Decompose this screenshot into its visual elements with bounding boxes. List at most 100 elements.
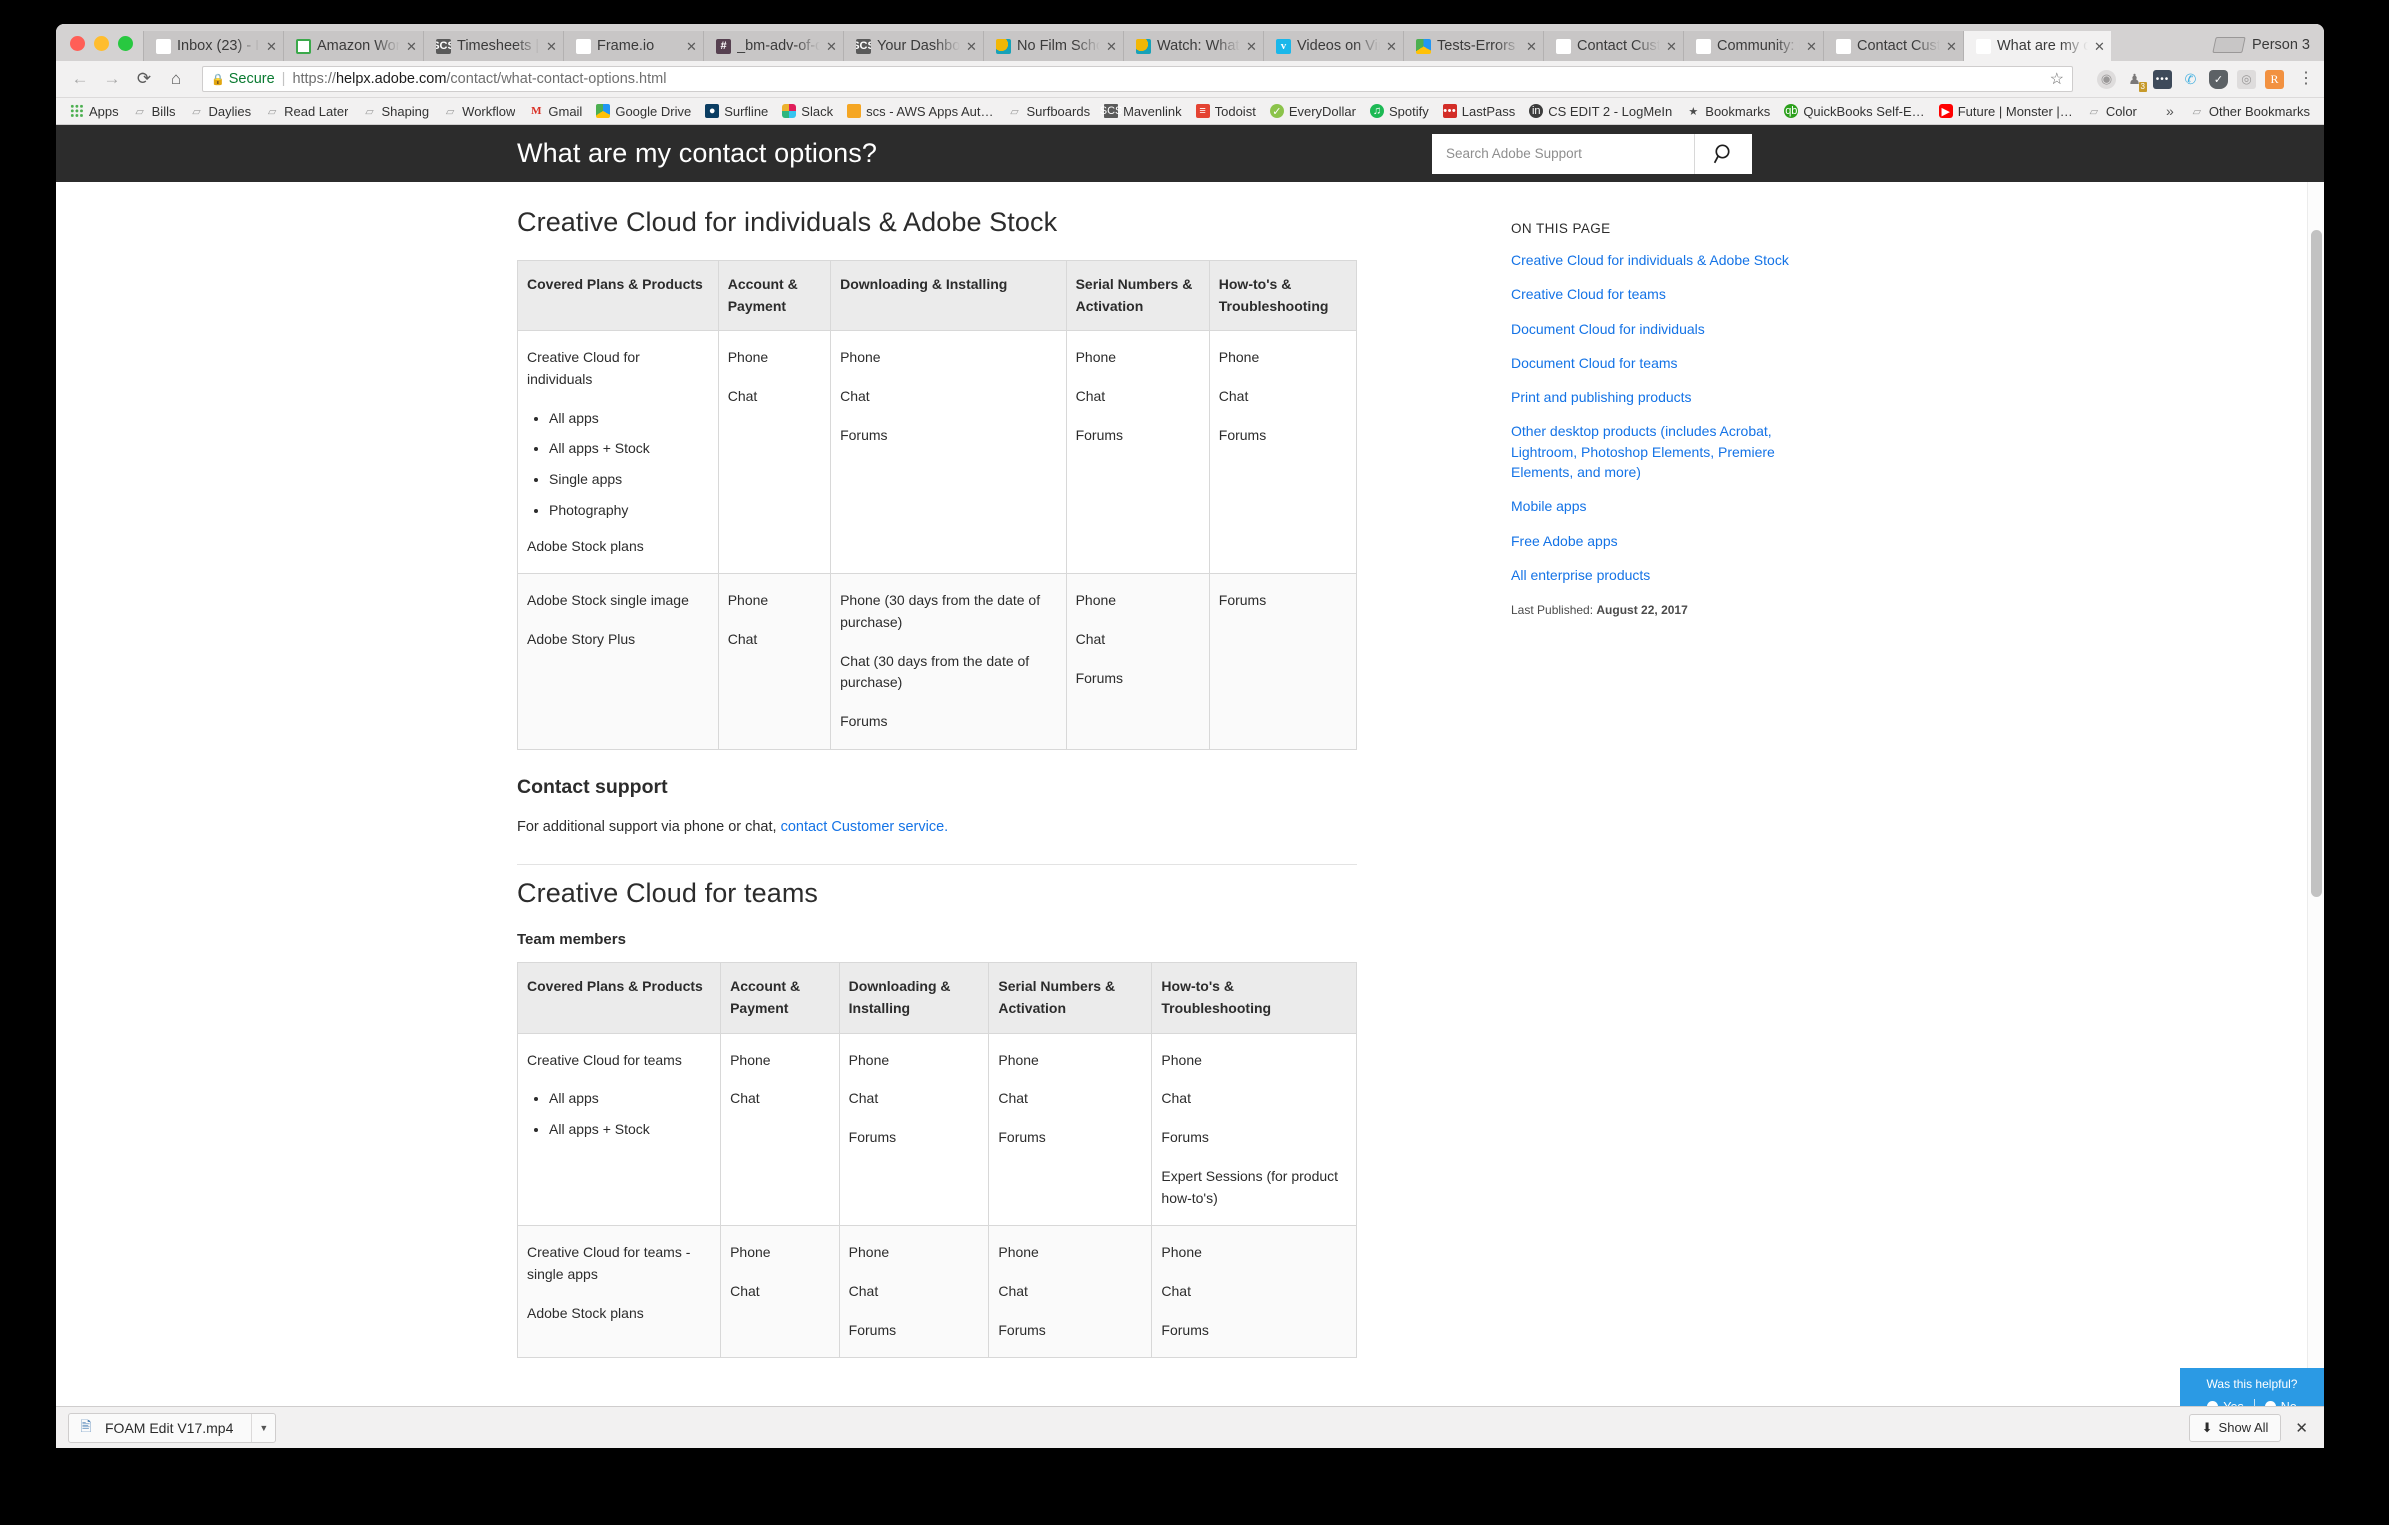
search-box[interactable]: [1432, 134, 1752, 174]
other-bookmarks-folder[interactable]: ▱Other Bookmarks: [2184, 102, 2316, 121]
browser-tab[interactable]: ‖Frame.io✕: [563, 31, 703, 61]
search-button[interactable]: [1694, 134, 1752, 174]
back-icon[interactable]: ←: [66, 66, 94, 92]
on-this-page-link[interactable]: Other desktop products (includes Acrobat…: [1511, 421, 1801, 482]
extension-circle-icon[interactable]: ◉: [2097, 70, 2116, 89]
page-scrollbar[interactable]: [2307, 182, 2324, 1424]
on-this-page-link[interactable]: Free Adobe apps: [1511, 531, 1801, 551]
bookmark-item[interactable]: •••LastPass: [1437, 102, 1521, 121]
browser-tab[interactable]: SCSTimesheets | Sch✕: [423, 31, 563, 61]
tab-close-icon[interactable]: ✕: [1666, 40, 1677, 53]
bookmark-item[interactable]: scs - AWS Apps Aut…: [841, 102, 999, 121]
on-this-page-link[interactable]: Creative Cloud for individuals & Adobe S…: [1511, 250, 1801, 270]
close-window-button[interactable]: [70, 36, 85, 51]
reload-icon[interactable]: ⟳: [130, 66, 158, 92]
on-this-page-link[interactable]: Print and publishing products: [1511, 387, 1801, 407]
tab-close-icon[interactable]: ✕: [1526, 40, 1537, 53]
extension-rss-icon[interactable]: ◎: [2237, 70, 2256, 89]
address-bar[interactable]: 🔒 Secure | https://helpx.adobe.com/conta…: [202, 66, 2073, 92]
bookmark-star-icon[interactable]: ☆: [2042, 69, 2064, 89]
extension-lastpass-icon[interactable]: •••: [2153, 70, 2172, 89]
browser-tab[interactable]: AContact Custome✕: [1823, 31, 1963, 61]
minimize-window-button[interactable]: [94, 36, 109, 51]
gmail-icon: M: [156, 39, 171, 54]
bookmark-item[interactable]: ✓EveryDollar: [1264, 102, 1362, 121]
profile-chip[interactable]: Person 3: [2202, 37, 2324, 61]
tab-close-icon[interactable]: ✕: [686, 40, 697, 53]
bookmark-item[interactable]: ▱Color: [2081, 102, 2143, 121]
bookmark-item[interactable]: ▱Shaping: [356, 102, 435, 121]
search-input[interactable]: [1432, 134, 1694, 174]
download-menu-caret-icon[interactable]: ▼: [251, 1414, 275, 1442]
bookmark-item[interactable]: ★Bookmarks: [1680, 102, 1776, 121]
bookmark-item[interactable]: SCSMavenlink: [1098, 102, 1188, 121]
browser-tab[interactable]: ▽Amazon WorkMail✕: [283, 31, 423, 61]
bookmarks-overflow-icon[interactable]: »: [2158, 103, 2182, 119]
browser-tab[interactable]: vVideos on Vimeo✕: [1263, 31, 1403, 61]
browser-tab[interactable]: AContact Custome✕: [1543, 31, 1683, 61]
browser-tab[interactable]: Tests-Errors - Go✕: [1403, 31, 1543, 61]
bookmark-label: Bookmarks: [1705, 104, 1770, 119]
chrome-menu-icon[interactable]: ⋮: [2288, 74, 2314, 84]
bookmark-item[interactable]: ♫Spotify: [1364, 102, 1435, 121]
contact-support-heading: Contact support: [517, 776, 1475, 799]
tab-close-icon[interactable]: ✕: [406, 40, 417, 53]
bookmark-item[interactable]: Slack: [776, 102, 839, 121]
extension-orange-icon[interactable]: R: [2265, 70, 2284, 89]
bookmark-item[interactable]: ▱Read Later: [259, 102, 354, 121]
tab-close-icon[interactable]: ✕: [546, 40, 557, 53]
browser-tab[interactable]: M Inbox (23) - Irstin ✕: [143, 31, 283, 61]
scrollbar-thumb[interactable]: [2311, 230, 2322, 897]
browser-tab[interactable]: SCSYour Dashboard✕: [843, 31, 983, 61]
surfline-icon: ●: [705, 104, 719, 118]
on-this-page-link[interactable]: Creative Cloud for teams: [1511, 284, 1801, 304]
bookmark-item[interactable]: Google Drive: [590, 102, 697, 121]
tab-close-icon[interactable]: ✕: [1806, 40, 1817, 53]
bookmark-item[interactable]: MGmail: [523, 102, 588, 121]
download-item[interactable]: 🖹 FOAM Edit V17.mp4 ▼: [68, 1413, 276, 1443]
extension-contacts-icon[interactable]: ♟3: [2125, 70, 2144, 89]
tab-close-icon[interactable]: ✕: [1946, 40, 1957, 53]
amazon-workmail-icon: ▽: [296, 39, 311, 54]
tab-close-icon[interactable]: ✕: [1386, 40, 1397, 53]
tab-close-icon[interactable]: ✕: [1106, 40, 1117, 53]
bookmark-item[interactable]: qbQuickBooks Self-E…: [1778, 102, 1930, 121]
support-option: Chat: [1161, 1281, 1346, 1303]
bookmark-item[interactable]: ▱Workflow: [437, 102, 521, 121]
contact-customer-service-link[interactable]: contact Customer service.: [781, 819, 949, 835]
tab-close-icon[interactable]: ✕: [266, 40, 277, 53]
home-icon[interactable]: ⌂: [162, 66, 190, 92]
bookmark-item[interactable]: Apps: [64, 102, 125, 121]
browser-toolbar: ← → ⟳ ⌂ 🔒 Secure | https://helpx.adobe.c…: [56, 61, 2324, 98]
support-option: Forums: [1161, 1127, 1346, 1149]
forward-icon[interactable]: →: [98, 66, 126, 92]
on-this-page-link[interactable]: All enterprise products: [1511, 565, 1801, 585]
on-this-page-link[interactable]: Document Cloud for individuals: [1511, 319, 1801, 339]
maximize-window-button[interactable]: [118, 36, 133, 51]
browser-tab[interactable]: AWhat are my con✕: [1963, 31, 2111, 61]
tab-close-icon[interactable]: ✕: [2094, 40, 2105, 53]
tab-close-icon[interactable]: ✕: [826, 40, 837, 53]
browser-tab[interactable]: Watch: What 'The✕: [1123, 31, 1263, 61]
close-shelf-icon[interactable]: ✕: [2295, 1419, 2312, 1437]
bookmark-item[interactable]: ▱Daylies: [183, 102, 257, 121]
browser-tab[interactable]: No Film School |✕: [983, 31, 1123, 61]
browser-tab[interactable]: #_bm-adv-of-desi✕: [703, 31, 843, 61]
bookmark-item[interactable]: ≡Todoist: [1190, 102, 1262, 121]
tab-label: Inbox (23) - Irstin: [177, 38, 260, 54]
bookmark-label: Apps: [89, 104, 119, 119]
tab-close-icon[interactable]: ✕: [966, 40, 977, 53]
show-all-downloads-button[interactable]: ⬇ Show All: [2189, 1414, 2282, 1442]
browser-tab[interactable]: ACommunity: Prem✕: [1683, 31, 1823, 61]
bookmark-item[interactable]: ●Surfline: [699, 102, 774, 121]
bookmark-item[interactable]: ▱Bills: [127, 102, 182, 121]
extension-chat-icon[interactable]: ✆: [2181, 70, 2200, 89]
bookmark-item[interactable]: ▱Surfboards: [1001, 102, 1096, 121]
on-this-page-link[interactable]: Document Cloud for teams: [1511, 353, 1801, 373]
tab-close-icon[interactable]: ✕: [1246, 40, 1257, 53]
bookmark-item[interactable]: ▶Future | Monster |…: [1933, 102, 2079, 121]
on-this-page-link[interactable]: Mobile apps: [1511, 496, 1801, 516]
bookmark-item[interactable]: inCS EDIT 2 - LogMeIn: [1523, 102, 1678, 121]
extension-shield-icon[interactable]: ✓: [2209, 70, 2228, 89]
window-controls: [62, 36, 143, 61]
